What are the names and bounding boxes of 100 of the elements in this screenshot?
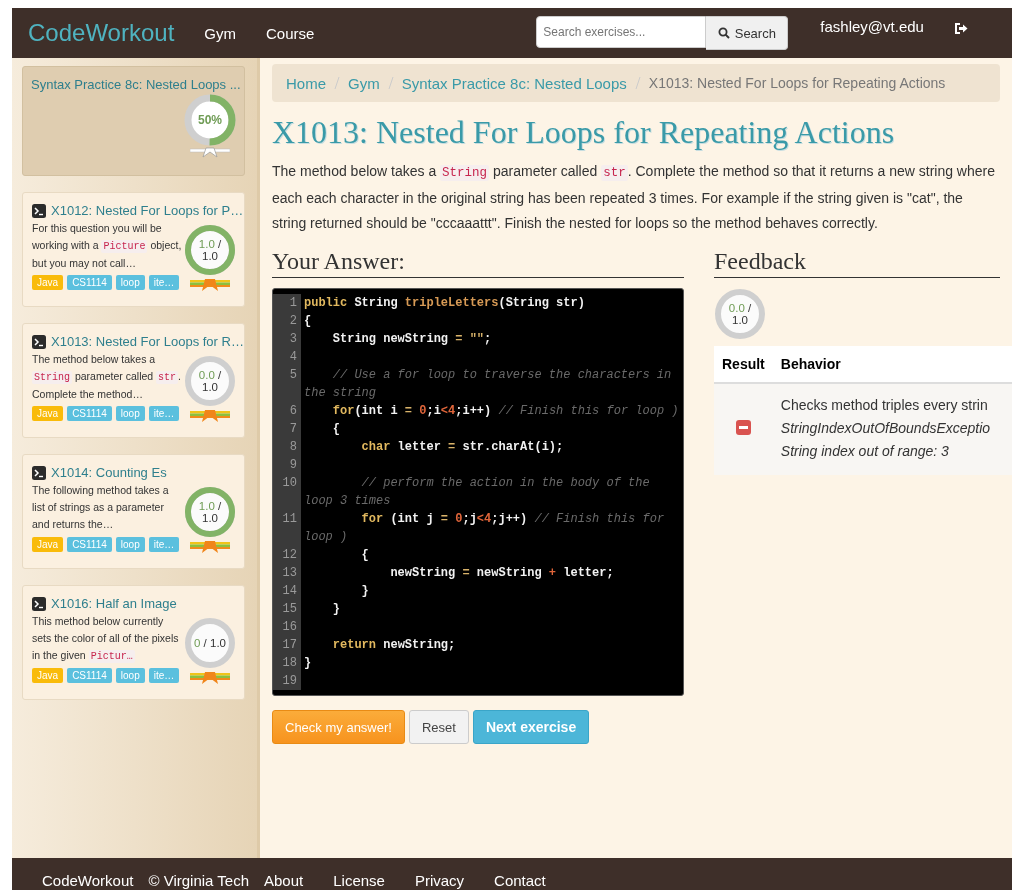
breadcrumb-link[interactable]: Home [286, 74, 326, 92]
exercise-card[interactable]: X1013: Nested For Loops for R… The method below takes a String parameter called str . Complete the method… Java CS1114 loop ite… 0.0 / 1.0 [22, 323, 245, 438]
tag[interactable]: Java [32, 275, 64, 290]
column-header: Behavior [772, 346, 1012, 383]
score-ring [714, 288, 766, 340]
tag[interactable]: ite… [148, 668, 180, 683]
nav-link[interactable]: Course [265, 24, 315, 42]
code-line: { [360, 547, 370, 564]
column-header: Result [714, 346, 773, 383]
progress-percent: 50% [197, 114, 223, 126]
exercise-card[interactable]: X1012: Nested For Loops for P… For this question you will be working with a Picture object, but you may not call… Java CS1114 loop ite… 1.0 / 1.0 [22, 192, 245, 307]
tag[interactable]: loop [115, 537, 145, 552]
exercise-title[interactable]: X1014: Counting Es [51, 465, 167, 480]
exercise-title[interactable]: X1016: Half an Image [51, 596, 177, 611]
tag[interactable]: loop [115, 275, 145, 290]
exercise-title[interactable]: X1013: Nested For Loops for R… [51, 334, 244, 349]
brand-logo[interactable]: CodeWorkout [28, 19, 175, 47]
belt-icon [190, 409, 230, 423]
footer-link[interactable]: About [264, 872, 304, 890]
line-number: 14 [273, 582, 301, 600]
slash-icon [333, 76, 341, 90]
code-editor[interactable] [272, 288, 684, 696]
exercise-description: This method below currently sets the color of all of the pixels in the given Pictur… [32, 614, 180, 664]
action-button[interactable]: Check my answer! [272, 710, 405, 744]
code-line: char letter = str.charAt(i); [360, 439, 565, 456]
tag[interactable]: Java [32, 406, 64, 421]
tag[interactable]: ite… [148, 275, 180, 290]
behavior-text: StringIndexOutOfBoundsExceptio [780, 419, 992, 438]
line-number: 3 [273, 330, 301, 348]
code-line: // Use a for loop to traverse the characters in the string [303, 367, 673, 402]
progress-ring [184, 94, 236, 146]
tag[interactable]: loop [115, 668, 145, 683]
tag[interactable]: ite… [148, 406, 180, 421]
line-number: 19 [273, 672, 301, 690]
slash-icon [386, 76, 395, 90]
exercise-description: For this question you will be working with a Picture object, but you may not call… [32, 221, 183, 271]
behavior-text: String index out of range: 3 [780, 442, 950, 461]
line-number: 4 [273, 348, 301, 366]
code-line: } [360, 583, 370, 600]
code-line: for (int j = 0;j<4;j++) // Finish this for loop ) [303, 511, 666, 546]
search-field[interactable]: Search exercises... [536, 16, 707, 48]
line-number: 18 [273, 654, 301, 672]
code-line: public String tripleLetters(String str) [303, 295, 586, 312]
nav-link[interactable]: Gym [204, 24, 236, 42]
score-ring [184, 355, 236, 407]
breadcrumb-link[interactable]: Gym [348, 74, 380, 92]
tag[interactable]: ite… [148, 537, 180, 552]
breadcrumb-link[interactable]: X1013: Nested For Loops for Repeating Actions [648, 75, 946, 91]
exercise-card[interactable]: X1014: Counting Es The following method takes a list of strings as a parameter and returns the… Java CS1114 loop ite… 1.0 / 1.0 [22, 454, 245, 569]
action-button[interactable]: Reset [408, 710, 469, 744]
code-line: } [331, 601, 341, 618]
score-text: 0 / 1.0 [193, 637, 227, 649]
belt-icon [190, 278, 230, 292]
tag[interactable]: Java [32, 537, 64, 552]
belt-icon [190, 671, 230, 685]
line-number: 7 [273, 420, 301, 438]
code-line: newString = newString + letter; [389, 565, 615, 582]
footer-link[interactable]: Contact [494, 872, 546, 890]
tag[interactable]: Java [32, 668, 64, 683]
score-ring [184, 486, 236, 538]
line-number: 5 [273, 366, 301, 402]
footer-link[interactable]: License [333, 872, 385, 890]
section-heading: Your Answer: [272, 248, 684, 278]
workout-card[interactable]: Syntax Practice 8c: Nested Loops ... 50% [22, 66, 245, 176]
exercise-card[interactable]: X1016: Half an Image This method below currently sets the color of all of the pixels in the given Pictur… Java CS1114 loop ite… 0 / 1.0 [22, 585, 245, 700]
user-email[interactable]: fashley@vt.edu [820, 18, 924, 35]
search-button[interactable]: Search [706, 16, 789, 50]
breadcrumb-link[interactable]: Syntax Practice 8c: Nested Loops [401, 74, 627, 92]
line-number: 9 [273, 456, 301, 474]
tag[interactable]: CS1114 [67, 275, 112, 290]
exercise-title[interactable]: X1012: Nested For Loops for P… [51, 203, 244, 218]
search-icon [717, 27, 730, 39]
code-line: return newString; [331, 637, 457, 654]
code-line: String newString = ""; [331, 331, 493, 348]
tag[interactable]: CS1114 [67, 406, 112, 421]
code-line: for(int i = 0;i<4;i++) // Finish this for loop ) [331, 403, 680, 420]
terminal-icon [32, 203, 46, 218]
tag[interactable]: CS1114 [67, 537, 112, 552]
exercise-description: The following method takes a list of strings as a parameter and returns the… [32, 483, 170, 532]
score-ring [184, 224, 236, 276]
exercise-heading: X1013: Nested For Loops for Repeating Actions [272, 114, 896, 151]
line-number: 12 [273, 546, 301, 564]
tag[interactable]: loop [115, 406, 145, 421]
line-number: 10 [273, 474, 301, 510]
logout-icon[interactable] [953, 22, 968, 35]
tag[interactable]: CS1114 [67, 668, 112, 683]
belt-icon [190, 146, 230, 158]
footer-link[interactable]: Privacy [414, 872, 465, 890]
section-heading: Feedback [714, 248, 1000, 278]
code-line: { [303, 313, 313, 330]
footer-link[interactable]: © Virginia Tech [148, 872, 249, 890]
score-text: 0.0 / 1.0 [727, 302, 753, 326]
line-number: 16 [273, 618, 301, 636]
exercise-description: The method below takes a String parameter called str . Complete the method… [32, 352, 182, 402]
code-line: } [303, 655, 313, 672]
behavior-text: Checks method triples every strin [780, 396, 989, 415]
line-number: 8 [273, 438, 301, 456]
score-text: 1.0 / 1.0 [197, 500, 223, 524]
action-button[interactable]: Next exercise [472, 710, 590, 744]
footer-link[interactable]: CodeWorkout [42, 872, 134, 890]
